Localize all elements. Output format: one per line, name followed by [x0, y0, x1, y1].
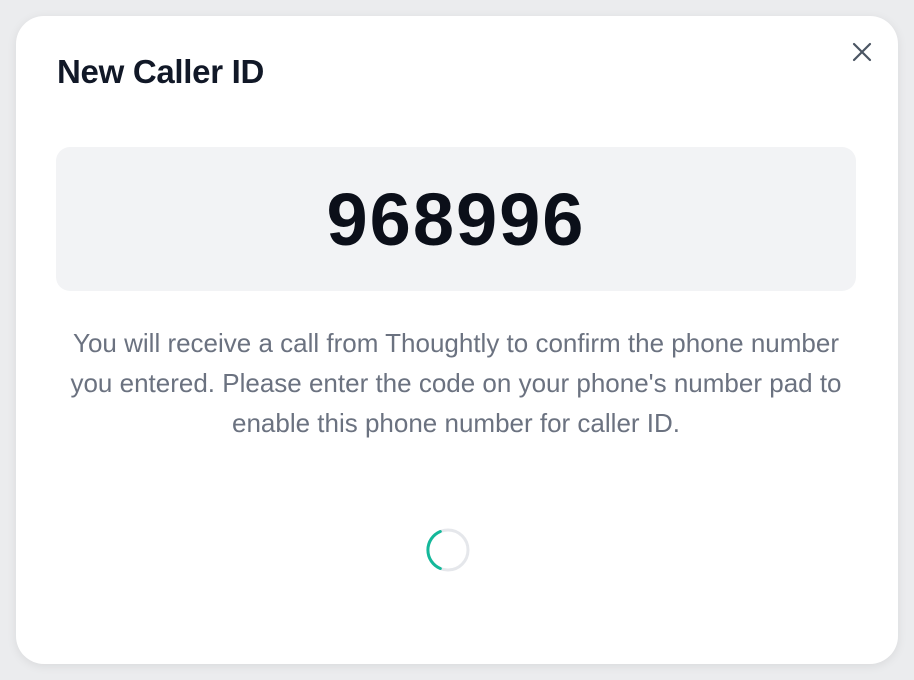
verification-code: 968996	[326, 177, 586, 261]
loading-spinner-icon	[426, 528, 470, 572]
close-button[interactable]	[848, 38, 876, 66]
close-icon	[852, 42, 872, 62]
verification-code-box: 968996	[56, 147, 856, 291]
dialog-title: New Caller ID	[57, 53, 265, 90]
caller-id-dialog: New Caller ID 968996 You will receive a …	[16, 16, 898, 664]
instructions-text: You will receive a call from Thoughtly t…	[70, 328, 842, 438]
